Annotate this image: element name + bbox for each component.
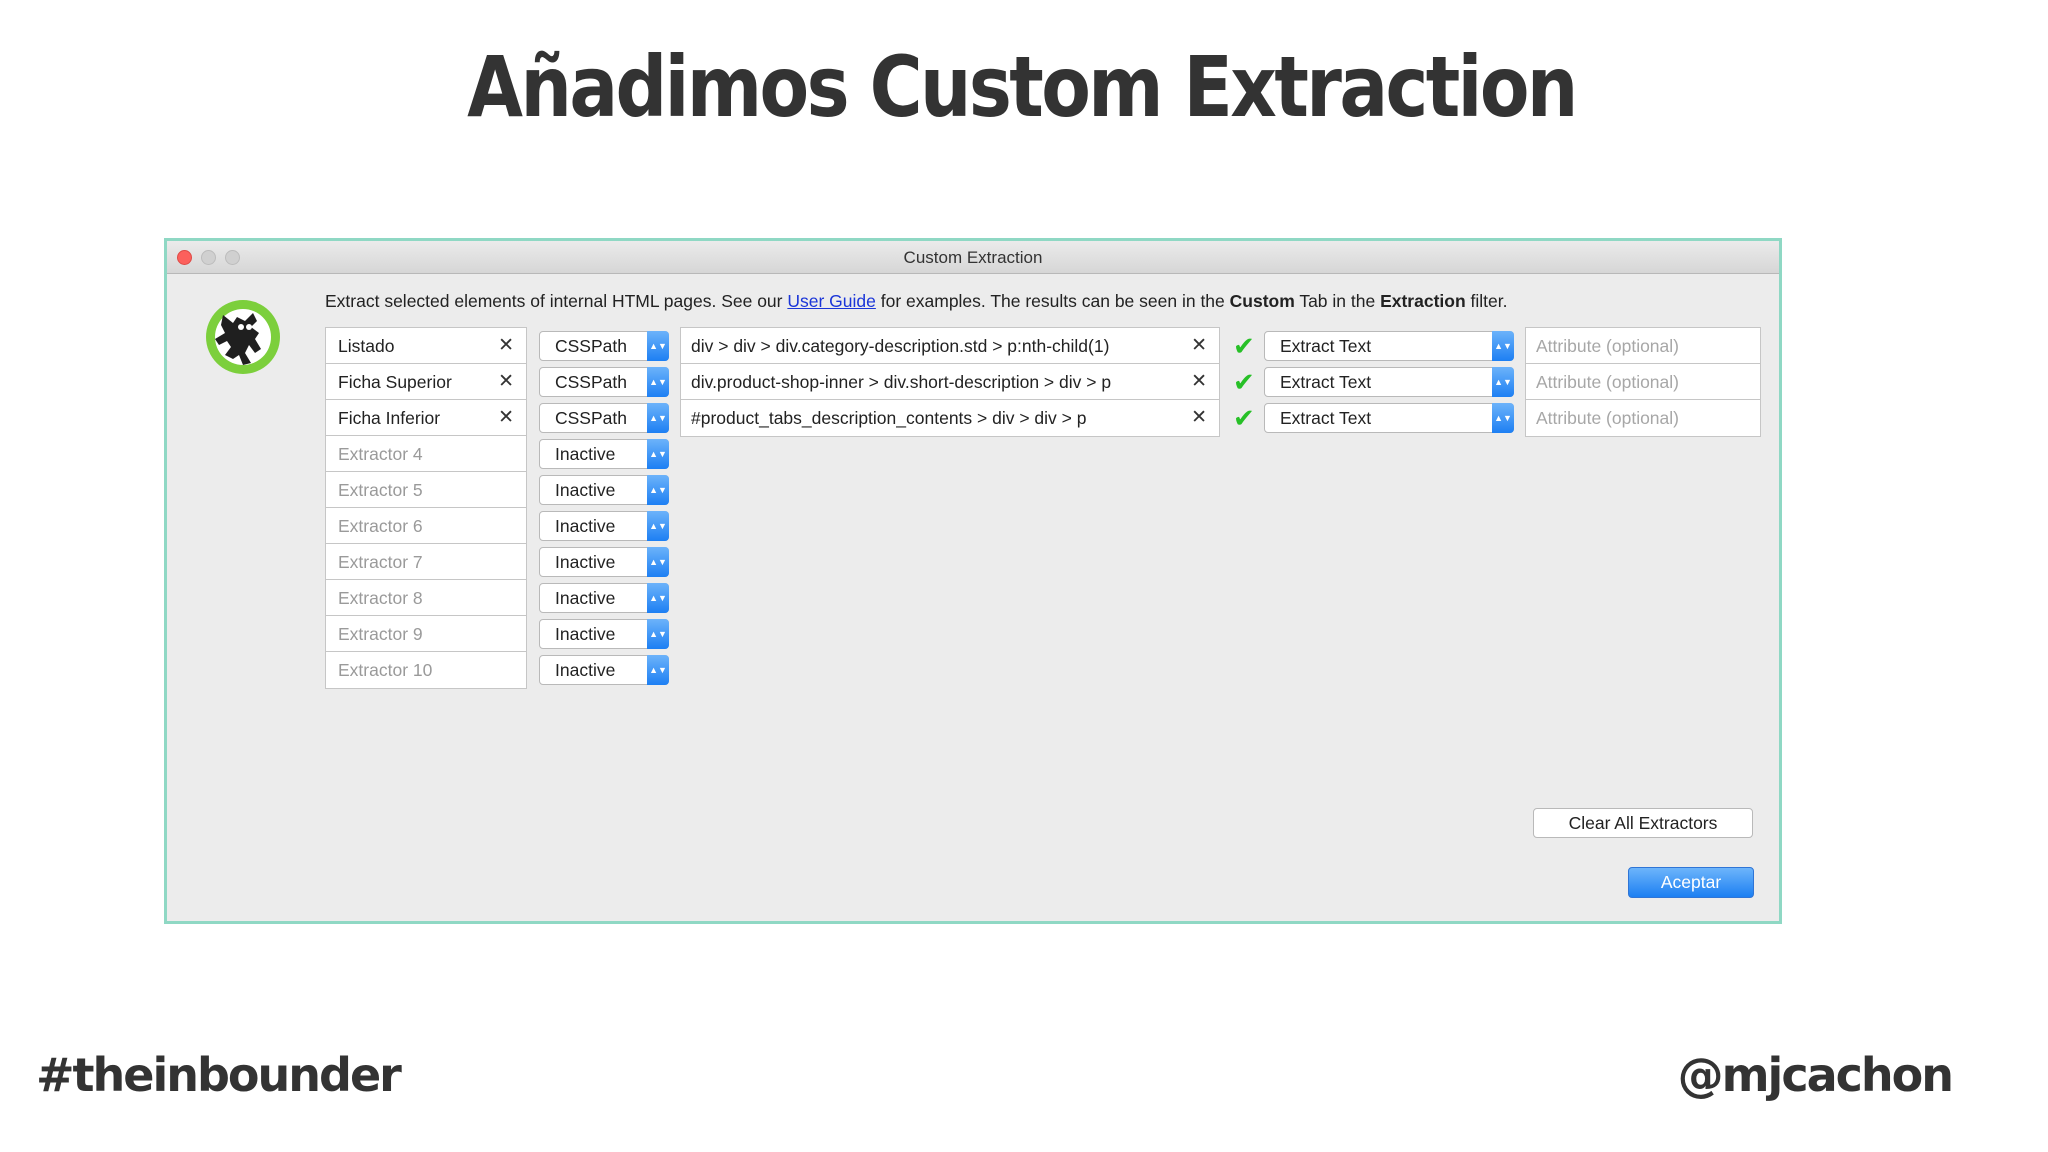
valid-check-icon: ✔	[1233, 331, 1255, 361]
dropdown-arrows-icon: ▲▼	[647, 439, 669, 469]
intro-text: Extract selected elements of internal HT…	[325, 291, 1507, 312]
extractor-name: Listado	[338, 336, 395, 356]
extract-mode-value: Extract Text	[1280, 336, 1372, 356]
selector-path-field[interactable]: #product_tabs_description_contents > div…	[680, 399, 1220, 437]
extractor-type-select[interactable]: Inactive ▲▼	[539, 619, 669, 649]
selector-path-field[interactable]: div.product-shop-inner > div.short-descr…	[680, 363, 1220, 401]
intro-bold-custom: Custom	[1229, 291, 1295, 311]
custom-extraction-window: Custom Extraction Extract selected eleme…	[164, 238, 1782, 924]
extractor-type-select[interactable]: CSSPath ▲▼	[539, 403, 669, 433]
extractor-name-field[interactable]: Extractor 5	[325, 471, 527, 509]
screaming-frog-icon	[206, 300, 280, 374]
clear-icon[interactable]: ✕	[1191, 364, 1207, 400]
extractor-type-select[interactable]: Inactive ▲▼	[539, 475, 669, 505]
extractor-name-field[interactable]: Ficha Superior ✕	[325, 363, 527, 401]
extractor-type-select[interactable]: CSSPath ▲▼	[539, 367, 669, 397]
extractor-type-select[interactable]: Inactive ▲▼	[539, 655, 669, 685]
twitter-handle-footer: @mjcachon	[1677, 1048, 1954, 1102]
window-title: Custom Extraction	[903, 248, 1043, 267]
extractor-name: Ficha Superior	[338, 372, 452, 392]
selector-path: div.product-shop-inner > div.short-descr…	[691, 372, 1112, 392]
dropdown-arrows-icon: ▲▼	[647, 475, 669, 505]
clear-all-extractors-button[interactable]: Clear All Extractors	[1533, 808, 1753, 838]
dropdown-arrows-icon: ▲▼	[1492, 331, 1514, 361]
dropdown-arrows-icon: ▲▼	[1492, 367, 1514, 397]
clear-icon[interactable]: ✕	[498, 328, 514, 364]
extractor-type-select[interactable]: Inactive ▲▼	[539, 439, 669, 469]
extractor-type-value: Inactive	[555, 624, 616, 644]
valid-check-icon: ✔	[1233, 367, 1255, 397]
dropdown-arrows-icon: ▲▼	[647, 655, 669, 685]
user-guide-link[interactable]: User Guide	[787, 291, 876, 311]
extractor-type-value: Inactive	[555, 660, 616, 680]
extractor-type-value: Inactive	[555, 588, 616, 608]
attribute-field[interactable]: Attribute (optional)	[1525, 399, 1761, 437]
intro-part: Tab in the	[1294, 291, 1381, 311]
accept-button[interactable]: Aceptar	[1628, 867, 1754, 898]
window-titlebar: Custom Extraction	[167, 241, 1779, 274]
dropdown-arrows-icon: ▲▼	[647, 367, 669, 397]
dropdown-arrows-icon: ▲▼	[647, 619, 669, 649]
dropdown-arrows-icon: ▲▼	[647, 331, 669, 361]
intro-part: Extract selected elements of internal HT…	[325, 291, 788, 311]
extract-mode-value: Extract Text	[1280, 408, 1372, 428]
clear-icon[interactable]: ✕	[1191, 328, 1207, 364]
valid-check-icon: ✔	[1233, 403, 1255, 433]
intro-bold-extraction: Extraction	[1380, 291, 1466, 311]
attribute-field[interactable]: Attribute (optional)	[1525, 363, 1761, 401]
extractor-type-value: Inactive	[555, 516, 616, 536]
extractor-type-select[interactable]: Inactive ▲▼	[539, 511, 669, 541]
extract-mode-value: Extract Text	[1280, 372, 1372, 392]
extractor-type-select[interactable]: Inactive ▲▼	[539, 547, 669, 577]
extractor-name-field[interactable]: Extractor 10	[325, 651, 527, 689]
extractor-name-field[interactable]: Extractor 6	[325, 507, 527, 545]
extractor-name-field[interactable]: Extractor 4	[325, 435, 527, 473]
hashtag-footer: #theinbounder	[36, 1048, 402, 1102]
selector-path: #product_tabs_description_contents > div…	[691, 408, 1087, 428]
extract-mode-select[interactable]: Extract Text ▲▼	[1264, 367, 1514, 397]
extractor-type-select[interactable]: Inactive ▲▼	[539, 583, 669, 613]
extractor-type-value: Inactive	[555, 552, 616, 572]
clear-icon[interactable]: ✕	[498, 400, 514, 436]
extractor-type-value: CSSPath	[555, 372, 627, 392]
clear-icon[interactable]: ✕	[498, 364, 514, 400]
dropdown-arrows-icon: ▲▼	[1492, 403, 1514, 433]
extractor-type-value: CSSPath	[555, 336, 627, 356]
intro-part: filter.	[1465, 291, 1508, 311]
extractor-type-select[interactable]: CSSPath ▲▼	[539, 331, 669, 361]
dropdown-arrows-icon: ▲▼	[647, 583, 669, 613]
dropdown-arrows-icon: ▲▼	[647, 511, 669, 541]
extractor-name-field[interactable]: Ficha Inferior ✕	[325, 399, 527, 437]
intro-part: for examples. The results can be seen in…	[875, 291, 1230, 311]
slide-title: Añadimos Custom Extraction	[467, 38, 1578, 136]
extractor-type-value: CSSPath	[555, 408, 627, 428]
dropdown-arrows-icon: ▲▼	[647, 547, 669, 577]
extractor-name: Ficha Inferior	[338, 408, 441, 428]
extractor-name-field[interactable]: Extractor 9	[325, 615, 527, 653]
extractor-name-field[interactable]: Extractor 7	[325, 543, 527, 581]
extract-mode-select[interactable]: Extract Text ▲▼	[1264, 331, 1514, 361]
extractor-type-value: Inactive	[555, 444, 616, 464]
clear-icon[interactable]: ✕	[1191, 400, 1207, 436]
attribute-field[interactable]: Attribute (optional)	[1525, 327, 1761, 365]
extractor-name-field[interactable]: Listado ✕	[325, 327, 527, 365]
extractor-name-field[interactable]: Extractor 8	[325, 579, 527, 617]
dropdown-arrows-icon: ▲▼	[647, 403, 669, 433]
selector-path-field[interactable]: div > div > div.category-description.std…	[680, 327, 1220, 365]
extractor-type-value: Inactive	[555, 480, 616, 500]
extract-mode-select[interactable]: Extract Text ▲▼	[1264, 403, 1514, 433]
selector-path: div > div > div.category-description.std…	[691, 336, 1110, 356]
